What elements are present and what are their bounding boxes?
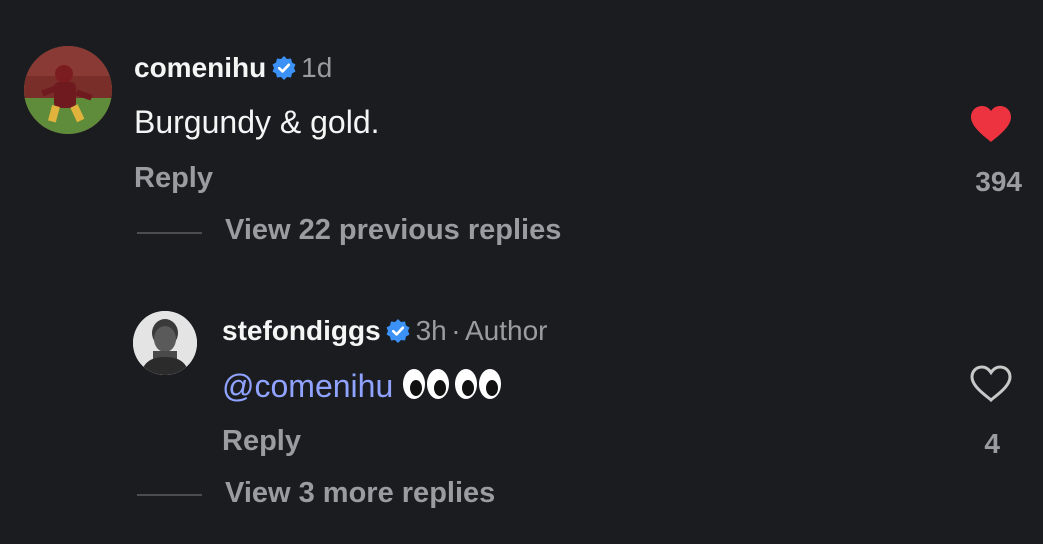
reply-like-button[interactable] [968,364,1014,409]
reply-text: @comenihu [222,367,506,409]
avatar-image [133,311,197,375]
reply-timestamp: 3h [415,315,447,346]
avatar-stefondiggs[interactable] [133,311,197,375]
mention-link[interactable]: @comenihu [222,368,393,404]
comment-text: Burgundy & gold. [134,104,380,140]
replies-divider [137,232,202,234]
eyes-emoji-icon [402,367,506,409]
comment-like-button[interactable] [968,104,1014,149]
view-more-replies-button[interactable]: View 3 more replies [225,477,495,510]
comment-username[interactable]: comenihu [134,52,266,83]
view-previous-replies-button[interactable]: View 22 previous replies [225,214,561,247]
reply-like-count: 4 [984,428,1000,459]
reply-header: stefondiggs 3h · Author [222,315,547,347]
author-label: Author [464,315,548,346]
heart-outline-icon [970,365,1012,403]
more-replies-divider [137,494,202,496]
meta-separator: · [451,315,461,346]
comment-timestamp: 1d [301,52,333,83]
comment-like-count: 394 [975,166,1022,197]
verified-badge-icon [271,55,297,81]
verified-badge-icon [385,318,411,344]
comment-header: comenihu 1d [134,52,332,84]
comment-reply-button[interactable]: Reply [134,162,213,195]
heart-filled-icon [971,106,1011,142]
avatar-comenihu[interactable] [24,46,112,134]
reply-reply-button[interactable]: Reply [222,425,301,458]
avatar-image [24,46,112,134]
reply-username[interactable]: stefondiggs [222,315,381,346]
